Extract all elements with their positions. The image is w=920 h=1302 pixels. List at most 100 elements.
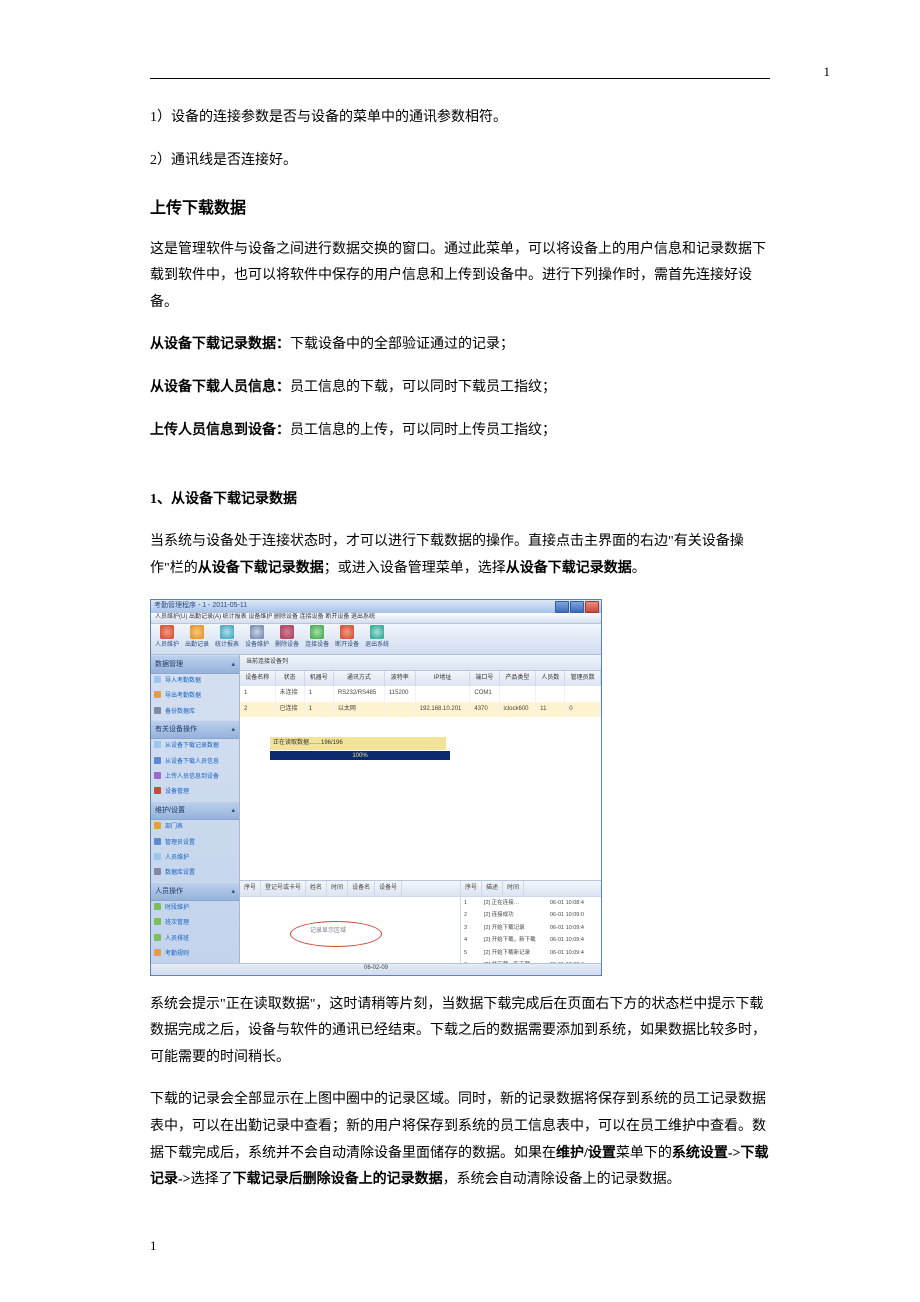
paragraph-2: 2）通讯线是否连接好。 (150, 148, 770, 175)
records-col: 序号 (240, 881, 261, 896)
toolbar-button[interactable]: 统计报表 (215, 625, 239, 651)
toolbar-label: 连接设备 (305, 640, 329, 651)
sidebar-item[interactable]: 数据库设置 (151, 866, 239, 881)
sidebar-item[interactable]: 班次管理 (151, 916, 239, 931)
screenshot-app-window: 考勤管理程序 - 1 - 2011-05-11 人员维护(U) 出勤记录(A) … (150, 599, 602, 976)
toolbar-button[interactable]: 删除设备 (275, 625, 299, 651)
window-min-button[interactable] (555, 601, 569, 613)
bullet-download-personnel: 从设备下载人员信息：员工信息的下载，可以同时下载员工指纹； (150, 375, 770, 402)
toolbar-label: 断开设备 (335, 640, 359, 651)
table-header: 人员数 (536, 671, 565, 686)
records-col: 登记号或卡号 (261, 881, 306, 896)
p6-c: 选择了 (191, 1172, 233, 1187)
sidebar-item[interactable]: 考勤规则 (151, 947, 239, 962)
toolbar-label: 退出系统 (365, 640, 389, 651)
table-header: 状态 (275, 671, 304, 686)
sidebar-item-icon (154, 676, 161, 683)
table-cell: 115200 (384, 686, 415, 701)
sidebar-group-header[interactable]: 维护/设置▴ (151, 801, 239, 820)
status-bar: 06-02-09 (151, 963, 601, 975)
sidebar-item[interactable]: 部门表 (151, 820, 239, 835)
window-close-button[interactable] (585, 601, 599, 613)
toolbar-icon (160, 625, 174, 639)
table-row[interactable]: 1未连接1RS232/RS485115200COM1 (240, 686, 601, 701)
p4-c: 。 (632, 561, 646, 576)
bullet-2-text: 员工信息的下载，可以同时下载员工指纹； (290, 380, 556, 395)
sidebar-item[interactable]: 管理员设置 (151, 836, 239, 851)
sidebar-item[interactable]: 备份数据库 (151, 705, 239, 720)
log-col: 序号 (461, 881, 482, 896)
sidebar-item[interactable]: 设备管理 (151, 785, 239, 800)
records-panel: 序号登记号或卡号姓名时间设备名设备号 记录显示区域 (240, 881, 461, 963)
toolbar-button[interactable]: 连接设备 (305, 625, 329, 651)
sidebar-item[interactable]: 导出考勤数据 (151, 689, 239, 704)
sidebar-item-icon (154, 787, 161, 794)
sidebar-group-header[interactable]: 有关设备操作▴ (151, 720, 239, 739)
sidebar-item[interactable]: 人员排班 (151, 932, 239, 947)
sidebar-item[interactable]: 时段维护 (151, 901, 239, 916)
table-header: 机器号 (304, 671, 333, 686)
sidebar-item[interactable]: 人员维护 (151, 851, 239, 866)
bullet-2-label: 从设备下载人员信息： (150, 380, 290, 395)
toolbar-label: 删除设备 (275, 640, 299, 651)
toolbar-icon (370, 625, 384, 639)
sidebar: 数据管理▴导入考勤数据导出考勤数据备份数据库有关设备操作▴从设备下载记录数据从设… (151, 655, 240, 963)
table-cell (415, 686, 470, 701)
page-number-bottom: 1 (150, 1234, 770, 1259)
toolbar-button[interactable]: 人员维护 (155, 625, 179, 651)
window-max-button[interactable] (570, 601, 584, 613)
sidebar-item-icon (154, 691, 161, 698)
p4-bold-2: 从设备下载记录数据 (506, 561, 632, 576)
toolbar-icon (220, 625, 234, 639)
progress-label: 正在读取数据……196/196 (270, 737, 446, 750)
table-cell: COM1 (470, 686, 499, 701)
sidebar-item-icon (154, 757, 161, 764)
main-tab[interactable]: 当前连接设备列 (240, 655, 601, 671)
log-row: 5[2] 开始下载新记录06-01 10:09:4 (461, 947, 601, 959)
p6-b: 菜单下的 (616, 1146, 672, 1161)
sidebar-item[interactable]: 从设备下载人员信息 (151, 755, 239, 770)
paragraph-3: 这是管理软件与设备之间进行数据交换的窗口。通过此菜单，可以将设备上的用户信息和记… (150, 237, 770, 317)
sidebar-item[interactable]: 从设备下载记录数据 (151, 739, 239, 754)
table-cell: 1 (304, 702, 333, 717)
table-row[interactable]: 2已连接1以太网192.168.10.2014370iclock600110 (240, 702, 601, 717)
bullet-download-records: 从设备下载记录数据：下载设备中的全部验证通过的记录； (150, 332, 770, 359)
table-cell: RS232/RS485 (333, 686, 384, 701)
log-col: 时间 (503, 881, 524, 896)
paragraph-6: 下载的记录会全部显示在上图中圈中的记录区域。同时，新的记录数据将保存到系统的员工… (150, 1087, 770, 1193)
toolbar-button[interactable]: 退出系统 (365, 625, 389, 651)
table-cell (565, 686, 601, 701)
records-col: 时间 (327, 881, 348, 896)
sidebar-group-header[interactable]: 数据管理▴ (151, 655, 239, 674)
device-table: 设备名称状态机器号通讯方式波特率IP地址端口号产品类型人员数管理员数 1未连接1… (240, 671, 601, 717)
p4-b: ；或进入设备管理菜单，选择 (324, 561, 506, 576)
table-header: 端口号 (470, 671, 499, 686)
toolbar-icon (310, 625, 324, 639)
sidebar-item-icon (154, 934, 161, 941)
chevron-icon: ▴ (231, 658, 235, 671)
sidebar-item[interactable]: 上传人员信息到设备 (151, 770, 239, 785)
toolbar-button[interactable]: 设备维护 (245, 625, 269, 651)
chevron-icon: ▴ (231, 804, 235, 817)
table-header: 产品类型 (499, 671, 536, 686)
table-cell (499, 686, 536, 701)
toolbar-label: 人员维护 (155, 640, 179, 651)
paragraph-1: 1）设备的连接参数是否与设备的菜单中的通讯参数相符。 (150, 105, 770, 132)
progress-percent: 100% (352, 751, 367, 762)
toolbar-button[interactable]: 断开设备 (335, 625, 359, 651)
sidebar-item-icon (154, 838, 161, 845)
window-titlebar: 考勤管理程序 - 1 - 2011-05-11 (151, 600, 601, 613)
toolbar-icon (340, 625, 354, 639)
toolbar-button[interactable]: 出勤记录 (185, 625, 209, 651)
sidebar-group-header[interactable]: 人员操作▴ (151, 882, 239, 901)
sidebar-group-title: 有关设备操作 (155, 723, 197, 736)
toolbar-label: 设备维护 (245, 640, 269, 651)
p4-bold-1: 从设备下载记录数据 (198, 561, 324, 576)
sidebar-item-icon (154, 853, 161, 860)
header-rule (150, 78, 770, 79)
window-title: 考勤管理程序 - 1 - 2011-05-11 (154, 599, 247, 612)
sidebar-group-title: 人员操作 (155, 885, 183, 898)
sidebar-item[interactable]: 导入考勤数据 (151, 674, 239, 689)
sidebar-item-icon (154, 868, 161, 875)
log-panel: 序号描述时间 1[2] 正在连接…06-01 10:08:42[2] 连接成功0… (461, 881, 601, 963)
